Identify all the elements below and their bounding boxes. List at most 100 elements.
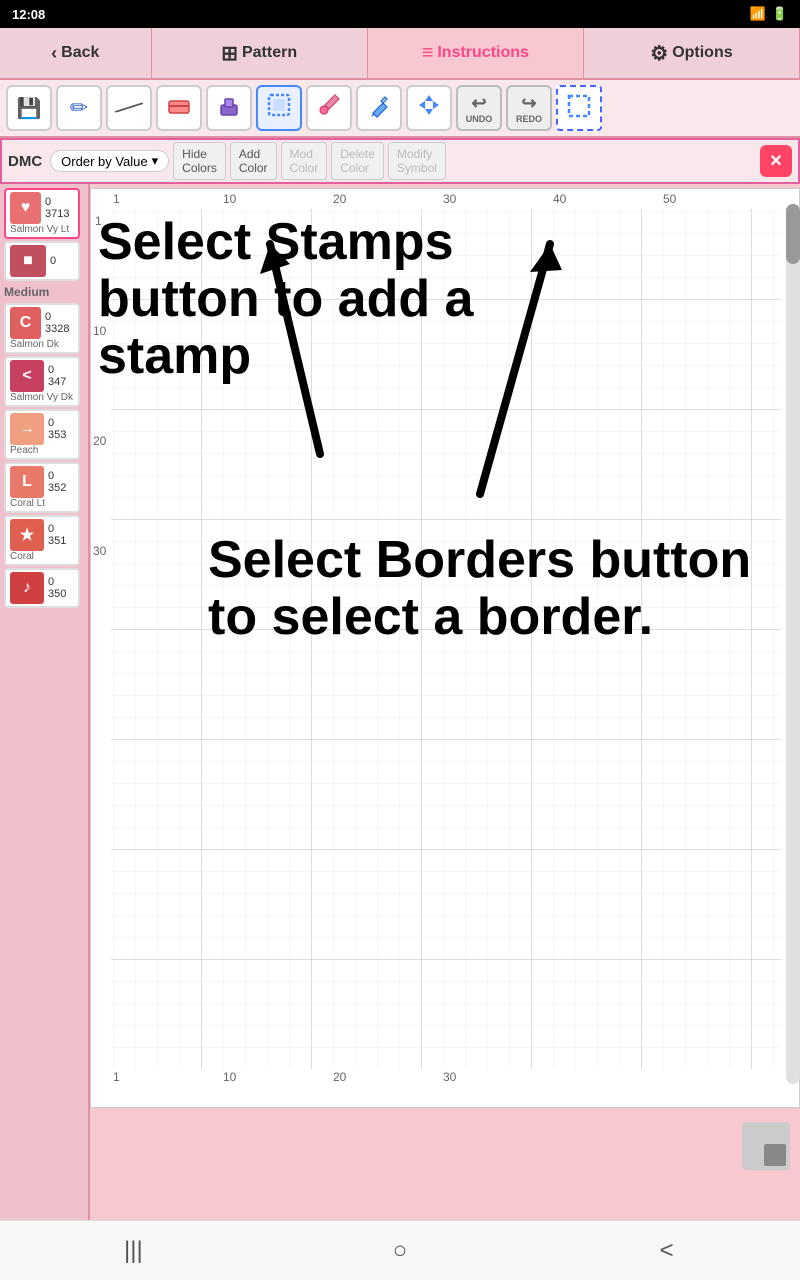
status-icons: 📶 🔋 bbox=[750, 6, 788, 22]
stamps-button[interactable] bbox=[206, 85, 252, 131]
svg-text:30: 30 bbox=[443, 192, 457, 206]
color-swatch-352[interactable]: L 0 352 Coral Lt bbox=[4, 462, 80, 513]
main-area: ♥ 0 3713 Salmon Vy Lt ■ 0 Medium C 0 3 bbox=[0, 184, 800, 1220]
nav-menu-button[interactable]: ||| bbox=[103, 1231, 163, 1271]
color-swatch-3713[interactable]: ♥ 0 3713 Salmon Vy Lt bbox=[4, 188, 80, 239]
color-swatch-350[interactable]: ♪ 0 350 bbox=[4, 568, 80, 608]
select-button[interactable] bbox=[556, 85, 602, 131]
add-color-button[interactable]: AddColor bbox=[230, 142, 277, 180]
hide-colors-button[interactable]: HideColors bbox=[173, 142, 226, 180]
color-swatch-351[interactable]: ★ 0 351 Coral bbox=[4, 515, 80, 566]
nav-back-button[interactable]: < bbox=[637, 1231, 697, 1271]
line-button[interactable]: ╱ bbox=[106, 85, 152, 131]
nav-home-button[interactable]: ○ bbox=[370, 1231, 430, 1271]
fill-icon bbox=[365, 91, 393, 125]
tab-instructions[interactable]: ≡ Instructions bbox=[368, 28, 584, 78]
borders-button[interactable] bbox=[256, 85, 302, 131]
delete-color-button[interactable]: DeleteColor bbox=[331, 142, 384, 180]
svg-text:40: 40 bbox=[553, 192, 567, 206]
svg-text:30: 30 bbox=[443, 1070, 457, 1084]
swatch-color-321: ■ bbox=[10, 245, 46, 277]
modify-color-button[interactable]: ModColor bbox=[281, 142, 328, 180]
color-bar: DMC Order by Value ▾ HideColors AddColor… bbox=[0, 138, 800, 184]
bottom-nav: ||| ○ < bbox=[0, 1220, 800, 1280]
line-icon: ╱ bbox=[115, 94, 143, 122]
redo-label: REDO bbox=[516, 114, 542, 124]
tab-options-label: Options bbox=[672, 44, 732, 62]
swatch-color-347: < bbox=[10, 360, 44, 392]
color-palette: ♥ 0 3713 Salmon Vy Lt ■ 0 Medium C 0 3 bbox=[0, 184, 90, 1220]
tab-back[interactable]: ‹ Back bbox=[0, 28, 152, 78]
svg-text:20: 20 bbox=[333, 1070, 347, 1084]
select-icon bbox=[565, 92, 593, 125]
menu-icon: ||| bbox=[124, 1237, 143, 1265]
color-swatch-3328[interactable]: C 0 3328 Salmon Dk bbox=[4, 303, 80, 354]
stamps-icon bbox=[215, 91, 243, 125]
status-time: 12:08 bbox=[12, 7, 45, 22]
fill-button[interactable] bbox=[356, 85, 402, 131]
eyedropper-icon bbox=[315, 91, 343, 125]
pattern-grid: 1 10 20 30 40 50 1 10 20 30 1 10 20 30 bbox=[90, 188, 800, 1108]
canvas-wrapper[interactable]: 1 10 20 30 40 50 1 10 20 30 1 10 20 30 S… bbox=[90, 184, 800, 1220]
eraser-icon bbox=[165, 91, 193, 125]
svg-text:20: 20 bbox=[93, 434, 107, 448]
save-icon: 💾 bbox=[17, 96, 42, 121]
vertical-scrollbar-thumb[interactable] bbox=[786, 204, 800, 264]
pencil-button[interactable]: ✏ bbox=[56, 85, 102, 131]
swatch-color-3328: C bbox=[10, 307, 41, 339]
swatch-color-352: L bbox=[10, 466, 44, 498]
palette-section-medium: Medium bbox=[4, 283, 84, 301]
close-color-bar-button[interactable]: × bbox=[760, 145, 792, 177]
color-swatch-353[interactable]: → 0 353 Peach bbox=[4, 409, 80, 460]
swatch-color-3713: ♥ bbox=[10, 192, 41, 224]
tab-pattern[interactable]: ⊞ Pattern bbox=[152, 28, 368, 78]
modify-symbol-button[interactable]: ModifySymbol bbox=[388, 142, 446, 180]
dmc-label: DMC bbox=[8, 153, 42, 170]
vertical-scrollbar[interactable] bbox=[786, 204, 800, 1084]
eraser-button[interactable] bbox=[156, 85, 202, 131]
borders-icon bbox=[265, 91, 293, 125]
delete-color-label: DeleteColor bbox=[340, 147, 375, 175]
modify-color-label: ModColor bbox=[290, 147, 319, 175]
wifi-icon: 📶 bbox=[750, 6, 766, 22]
redo-icon: ↪ bbox=[521, 93, 536, 114]
swatch-color-350: ♪ bbox=[10, 572, 44, 604]
eyedropper-button[interactable] bbox=[306, 85, 352, 131]
swatch-color-353: → bbox=[10, 413, 44, 445]
hide-colors-label: HideColors bbox=[182, 147, 217, 175]
scroll-indicator[interactable] bbox=[742, 1122, 790, 1170]
svg-text:1: 1 bbox=[113, 1070, 120, 1084]
svg-text:10: 10 bbox=[223, 1070, 237, 1084]
svg-text:10: 10 bbox=[223, 192, 237, 206]
close-icon: × bbox=[770, 150, 782, 173]
svg-text:50: 50 bbox=[663, 192, 677, 206]
add-color-label: AddColor bbox=[239, 147, 268, 175]
chevron-down-icon: ▾ bbox=[152, 153, 159, 169]
color-swatch-321[interactable]: ■ 0 bbox=[4, 241, 80, 281]
move-icon bbox=[415, 91, 443, 125]
scroll-corner bbox=[764, 1144, 786, 1166]
undo-icon: ↩ bbox=[471, 93, 486, 114]
home-icon: ○ bbox=[393, 1237, 408, 1265]
svg-text:1: 1 bbox=[95, 214, 102, 228]
nav-tabs: ‹ Back ⊞ Pattern ≡ Instructions ⚙ Option… bbox=[0, 28, 800, 80]
tab-pattern-label: Pattern bbox=[242, 44, 297, 62]
battery-icon: 🔋 bbox=[772, 6, 788, 22]
status-bar: 12:08 📶 🔋 bbox=[0, 0, 800, 28]
undo-button[interactable]: ↩ UNDO bbox=[456, 85, 502, 131]
peach-swatch-name: Peach bbox=[10, 445, 74, 456]
swatch-color-351: ★ bbox=[10, 519, 44, 551]
redo-button[interactable]: ↪ REDO bbox=[506, 85, 552, 131]
tab-back-label: Back bbox=[61, 44, 99, 62]
svg-text:1: 1 bbox=[113, 192, 120, 206]
order-select[interactable]: Order by Value ▾ bbox=[50, 150, 169, 172]
move-button[interactable] bbox=[406, 85, 452, 131]
svg-text:20: 20 bbox=[333, 192, 347, 206]
back-icon: < bbox=[660, 1237, 674, 1265]
svg-text:30: 30 bbox=[93, 544, 107, 558]
save-button[interactable]: 💾 bbox=[6, 85, 52, 131]
modify-symbol-label: ModifySymbol bbox=[397, 147, 437, 175]
color-swatch-347[interactable]: < 0 347 Salmon Vy Dk bbox=[4, 356, 80, 407]
tab-options[interactable]: ⚙ Options bbox=[584, 28, 800, 78]
pencil-icon: ✏ bbox=[70, 95, 88, 121]
